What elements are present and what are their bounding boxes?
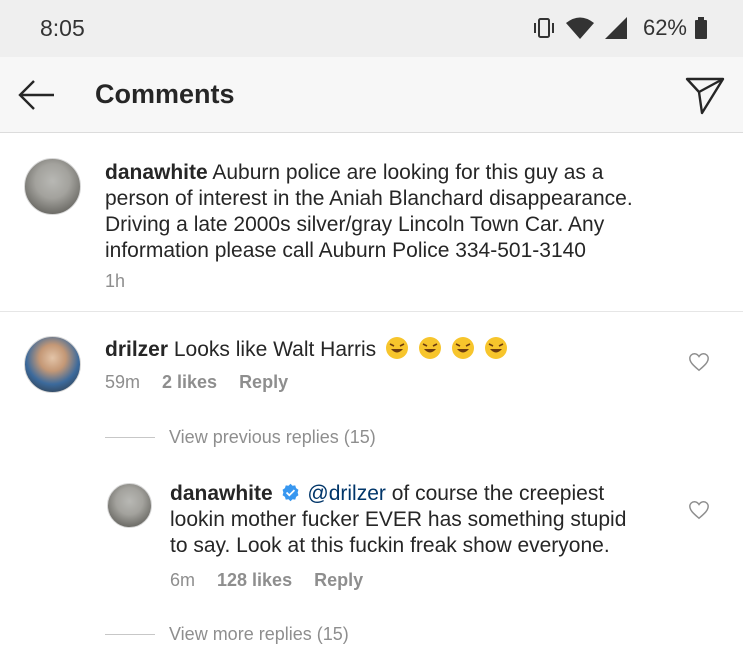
reply-line-3: to say. Look at this fuckin freak show e…	[170, 534, 610, 557]
heart-icon[interactable]	[688, 351, 710, 373]
reply-username[interactable]: danawhite	[170, 482, 273, 505]
caption-line-4: information please call Auburn Police 33…	[105, 239, 586, 262]
laughing-emoji-icon	[386, 337, 408, 359]
view-previous-replies[interactable]: View previous replies (15)	[105, 427, 376, 448]
status-icons: 62%	[531, 12, 707, 44]
reply-button[interactable]: Reply	[239, 372, 288, 393]
caption-line-3: Driving a late 2000s silver/gray Lincoln…	[105, 213, 605, 236]
comment-time: 59m	[105, 372, 141, 392]
comments-header: Comments	[0, 57, 743, 133]
laughing-emoji-icon	[484, 337, 507, 359]
send-icon	[685, 77, 725, 115]
reply-line-1: of course the creepiest	[391, 482, 605, 505]
share-button[interactable]	[683, 73, 727, 117]
avatar[interactable]	[107, 483, 152, 528]
comment-meta: 59m 2 likes Reply	[105, 372, 288, 393]
laughing-emoji-group	[382, 337, 508, 361]
battery-percent: 62%	[642, 15, 687, 40]
avatar[interactable]	[24, 336, 81, 393]
reply-button[interactable]: Reply	[314, 570, 363, 591]
wifi-icon	[565, 17, 594, 39]
vibrate-icon	[533, 18, 554, 38]
caption-text: danawhite Auburn police are looking for …	[105, 160, 725, 264]
laughing-emoji-icon	[451, 337, 474, 359]
comment-username[interactable]: drilzer	[105, 338, 168, 361]
signal-icon	[604, 17, 627, 39]
caption-meta: 1h	[105, 271, 125, 292]
caption-line-1: Auburn police are looking for this guy a…	[212, 161, 604, 184]
verified-badge-icon	[282, 483, 298, 502]
back-button[interactable]	[14, 75, 58, 115]
arrow-left-icon	[18, 80, 54, 110]
heart-icon[interactable]	[688, 499, 710, 521]
status-bar: 8:05 62%	[0, 0, 743, 57]
caption-line-2: person of interest in the Aniah Blanchar…	[105, 187, 633, 210]
view-previous-replies-label: View previous replies (15)	[169, 427, 376, 447]
caption-time: 1h	[105, 271, 126, 291]
post-caption: danawhite Auburn police are looking for …	[0, 134, 743, 312]
reply-mention[interactable]: @drilzer	[307, 482, 386, 505]
avatar[interactable]	[24, 158, 81, 215]
laughing-emoji-icon	[418, 337, 441, 359]
reply-likes[interactable]: 128 likes	[217, 570, 292, 591]
reply-text: danawhite @drilzer of course the creepie…	[170, 481, 680, 559]
view-more-replies-label: View more replies (15)	[169, 624, 349, 644]
caption-username[interactable]: danawhite	[105, 161, 208, 184]
reply-meta: 6m 128 likes Reply	[170, 570, 363, 591]
status-time: 8:05	[40, 15, 85, 41]
comment-body: Looks like Walt Harris	[173, 338, 377, 361]
divider	[105, 634, 155, 635]
view-more-replies[interactable]: View more replies (15)	[105, 624, 349, 645]
reply-time: 6m	[170, 570, 196, 590]
comment-likes[interactable]: 2 likes	[162, 372, 217, 393]
reply-line-2: lookin mother fucker EVER has something …	[170, 508, 627, 531]
comment-text: drilzer Looks like Walt Harris	[105, 336, 665, 363]
battery-icon	[695, 17, 707, 39]
divider	[105, 437, 155, 438]
page-title: Comments	[95, 79, 235, 109]
